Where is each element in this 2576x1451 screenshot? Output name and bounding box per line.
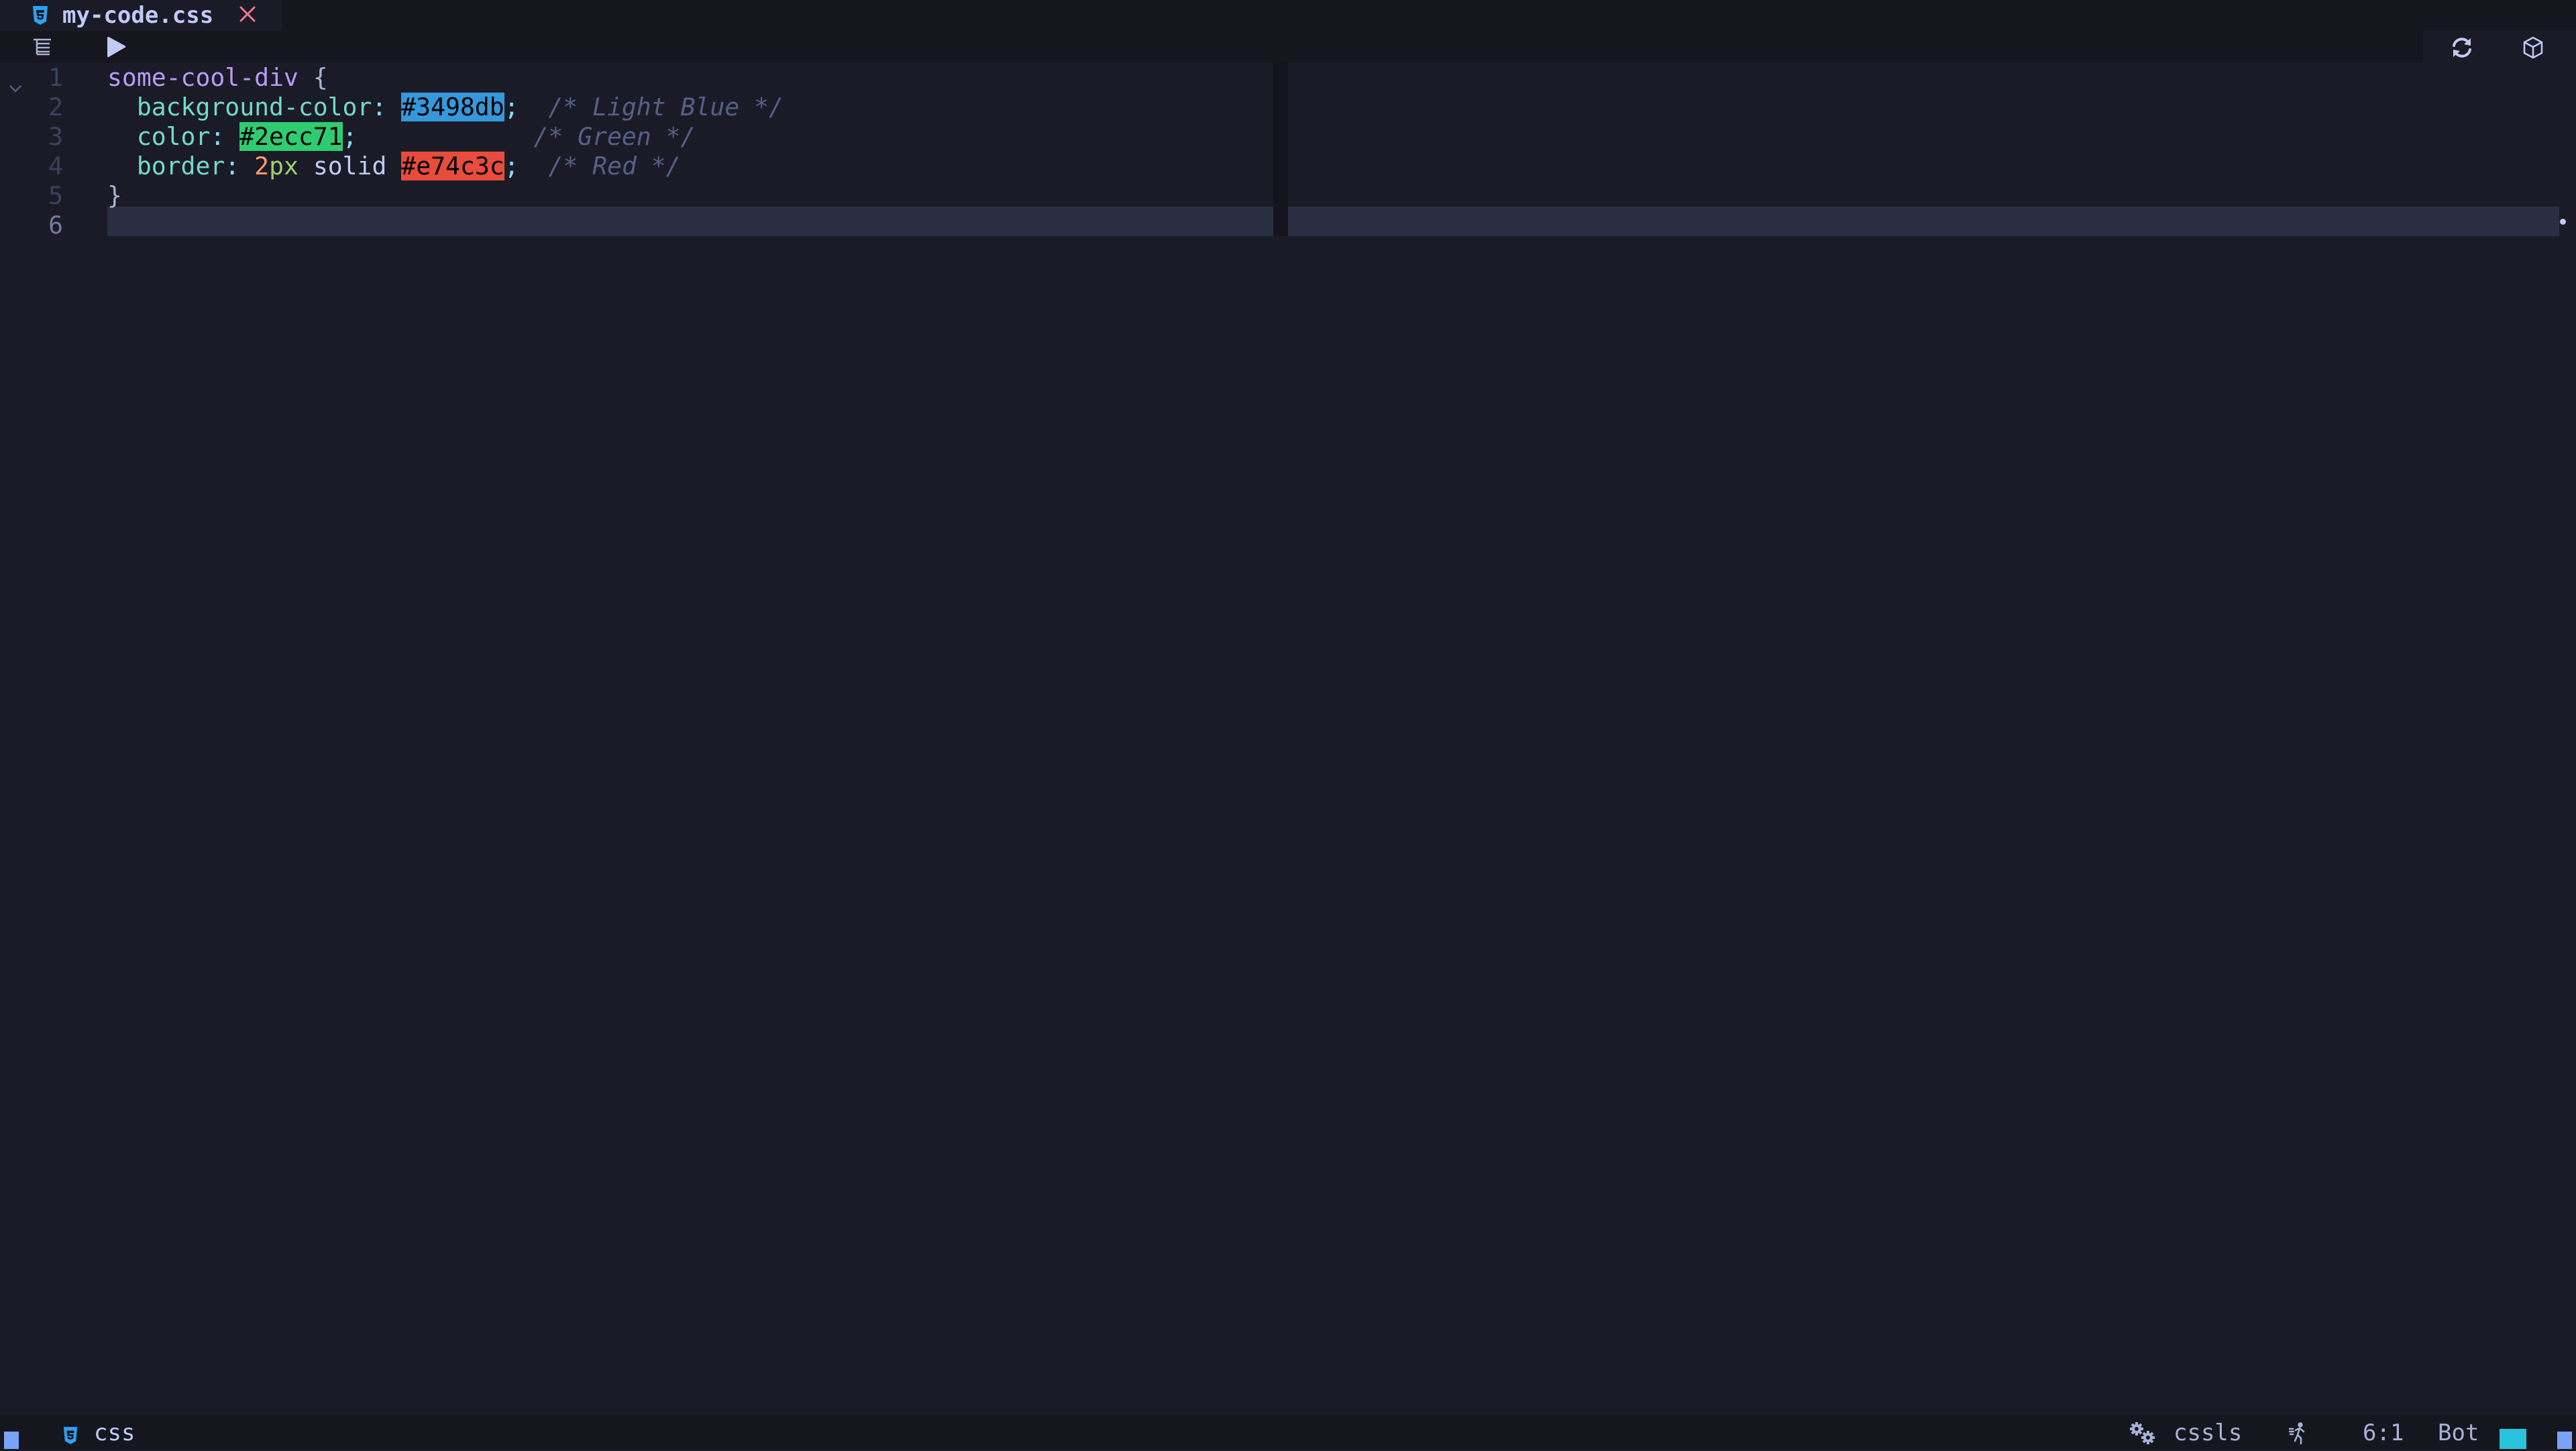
line-number: 3 bbox=[48, 122, 63, 151]
filetype-label: css bbox=[94, 1419, 136, 1446]
lsp-client-label[interactable]: cssls bbox=[2174, 1419, 2242, 1446]
punctuation: : bbox=[372, 93, 387, 121]
code-line[interactable]: 1 some-cool-div { bbox=[0, 63, 2576, 93]
number-value: 2 bbox=[254, 152, 270, 180]
punctuation: ; bbox=[504, 152, 519, 180]
mode-indicator-right bbox=[2557, 1432, 2572, 1449]
tab-my-code-css[interactable]: my-code.css bbox=[0, 0, 282, 31]
line-content: color: #2ecc71; /* Green */ bbox=[107, 122, 695, 152]
status-bar: css cssls 6:1 Bot bbox=[0, 1415, 2576, 1449]
line-content: some-cool-div { bbox=[107, 63, 328, 93]
line-number: 4 bbox=[48, 152, 63, 180]
punctuation: : bbox=[210, 122, 225, 151]
code-line[interactable]: 6 bbox=[0, 211, 2576, 240]
line-number: 6 bbox=[48, 211, 63, 239]
comment: /* Red */ bbox=[548, 152, 681, 180]
running-man-icon bbox=[2288, 1422, 2308, 1451]
brace: { bbox=[313, 63, 328, 92]
css-property: color bbox=[136, 122, 211, 151]
gears-icon bbox=[2128, 1421, 2157, 1451]
editor-toolbar bbox=[0, 31, 2576, 63]
brace: } bbox=[107, 181, 122, 210]
keyword-value: solid bbox=[313, 152, 387, 180]
line-content: } bbox=[107, 181, 122, 211]
css3-icon bbox=[63, 1423, 78, 1450]
comment: /* Green */ bbox=[533, 122, 696, 151]
scroll-progress-block bbox=[2500, 1429, 2526, 1449]
cursor-position: 6:1 bbox=[2363, 1419, 2404, 1446]
punctuation: : bbox=[225, 152, 240, 180]
css-property: background-color bbox=[136, 93, 372, 121]
line-number: 2 bbox=[48, 93, 63, 121]
unit: px bbox=[269, 152, 299, 180]
line-content: border: 2px solid #e74c3c; /* Red */ bbox=[107, 152, 681, 181]
css-property: border bbox=[136, 152, 225, 180]
code-line[interactable]: 5} bbox=[0, 181, 2576, 211]
toolbar-right-panel bbox=[2423, 31, 2576, 63]
close-icon[interactable] bbox=[239, 5, 256, 23]
refresh-icon[interactable] bbox=[2450, 36, 2474, 62]
cube-icon[interactable] bbox=[2522, 36, 2544, 62]
tab-label: my-code.css bbox=[62, 2, 214, 29]
run-icon[interactable] bbox=[106, 35, 127, 62]
code-line[interactable]: 4 border: 2px solid #e74c3c; /* Red */ bbox=[0, 152, 2576, 181]
css3-icon bbox=[32, 6, 48, 28]
line-number: 1 bbox=[48, 63, 63, 92]
color-value-swatch: #e74c3c bbox=[401, 152, 504, 180]
punctuation: ; bbox=[342, 122, 358, 151]
color-value-swatch: #2ecc71 bbox=[239, 122, 343, 151]
punctuation: ; bbox=[504, 93, 519, 121]
tab-bar: my-code.css bbox=[0, 0, 2576, 31]
code-editor[interactable]: 1 some-cool-div {2 background-color: #349… bbox=[0, 63, 2576, 1415]
scroll-progress: Bot bbox=[2438, 1419, 2479, 1446]
mode-indicator-left bbox=[4, 1432, 19, 1449]
css-selector: some-cool-div bbox=[107, 63, 299, 92]
code-line[interactable]: 2 background-color: #3498db; /* Light Bl… bbox=[0, 93, 2576, 122]
line-number: 5 bbox=[48, 181, 63, 210]
color-value-swatch: #3498db bbox=[401, 93, 504, 121]
comment: /* Light Blue */ bbox=[548, 93, 784, 121]
line-content: background-color: #3498db; /* Light Blue… bbox=[107, 93, 784, 122]
outline-icon[interactable] bbox=[32, 38, 54, 59]
code-line[interactable]: 3 color: #2ecc71; /* Green */ bbox=[0, 122, 2576, 152]
